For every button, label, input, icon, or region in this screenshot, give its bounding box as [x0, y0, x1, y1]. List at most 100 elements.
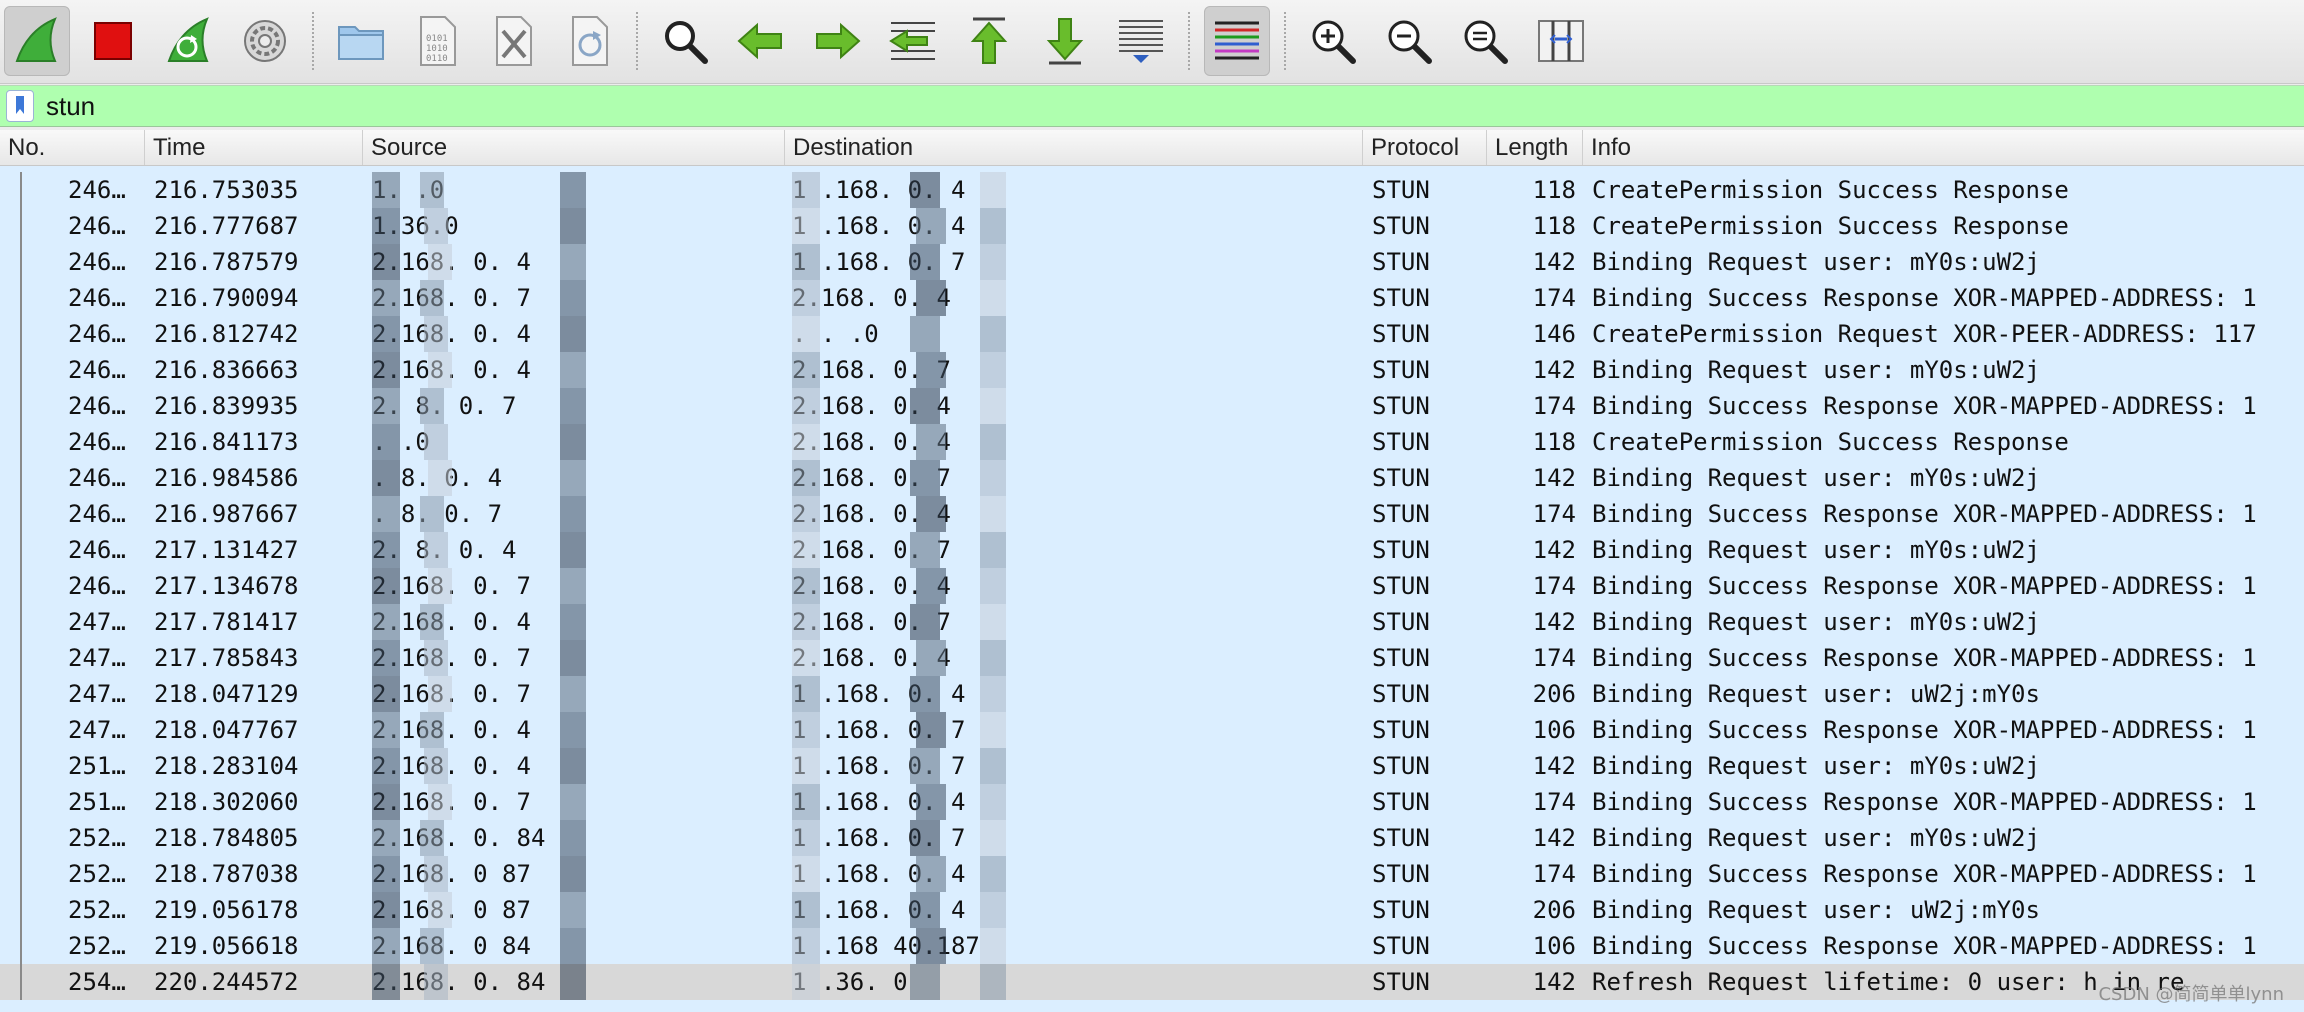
packet-row[interactable]: 252… 218.787038 2.168. 0 87 1 .168. 0. 4 ST… — [0, 856, 2304, 892]
go-to-packet-button[interactable] — [880, 6, 946, 76]
packet-number: 252… — [68, 896, 126, 924]
conversation-tree-line — [20, 280, 22, 316]
redaction-block — [910, 316, 940, 352]
packet-destination: 1 .168. 0. 4 — [792, 860, 966, 888]
packet-info: Binding Success Response XOR-MAPPED-ADDR… — [1592, 932, 2257, 960]
redaction-block — [980, 928, 1006, 964]
packet-row[interactable]: 252… 219.056618 2.168. 0 84 1 .168 40.187 S… — [0, 928, 2304, 964]
packet-row[interactable]: 246… 216.812742 2.168. 0. 4 . . .0 STUN 146… — [0, 316, 2304, 352]
packet-row[interactable]: 246… 216.841173 . .0 2.168. 0. 4 STUN 118 Cr… — [0, 424, 2304, 460]
redaction-block — [910, 532, 940, 568]
column-header-protocol[interactable]: Protocol — [1362, 130, 1486, 165]
redaction-block — [372, 424, 400, 460]
reload-file-icon — [572, 16, 608, 66]
packet-time: 218.283104 — [154, 752, 299, 780]
packet-info: Binding Request user: mY0s:uW2j — [1592, 536, 2040, 564]
packet-list[interactable]: 246… 216.753035 1. .0 1 .168. 0. 4 STUN 118 C… — [0, 166, 2304, 1012]
conversation-tree-line — [20, 748, 22, 784]
redaction-block — [792, 964, 820, 1000]
resize-columns-button[interactable] — [1528, 6, 1594, 76]
packet-row[interactable]: 251… 218.302060 2.168. 0. 71 .168. 0. 4 ST… — [0, 784, 2304, 820]
packet-protocol: STUN — [1372, 392, 1430, 420]
packet-row[interactable]: 251… 218.283104 2.168. 0. 41 .168. 0. 7 ST… — [0, 748, 2304, 784]
packet-row[interactable]: 246… 216.839935 2. 8. 0. 7 2.168. 0. 4 STU… — [0, 388, 2304, 424]
normal-size-button[interactable] — [1452, 6, 1518, 76]
redaction-block — [372, 460, 400, 496]
packet-length: 174 — [1532, 284, 1576, 312]
stop-capture-button[interactable] — [80, 6, 146, 76]
packet-row[interactable]: 246… 216.787579 2.168. 0. 41 .168. 0. 7 ST… — [0, 244, 2304, 280]
redaction-block — [910, 676, 940, 712]
column-header-time[interactable]: Time — [144, 130, 362, 165]
redaction-block — [560, 532, 586, 568]
packet-row[interactable]: 246…216.987667 . 8. 0. 7 2.168. 0. 4STUN… — [0, 496, 2304, 532]
reload-file-button[interactable] — [556, 6, 622, 76]
column-header-no[interactable]: No. — [0, 130, 144, 165]
colorize-button[interactable] — [1204, 6, 1270, 76]
redaction-block — [792, 244, 820, 280]
packet-row[interactable]: 247… 217.781417 2.168. 0. 4 2.168. 0. 7 ST… — [0, 604, 2304, 640]
find-packet-button[interactable] — [652, 6, 718, 76]
packet-row[interactable]: 246… 217.134678 2.168. 0. 7 2.168. 0. 4 ST… — [0, 568, 2304, 604]
redaction-block — [980, 604, 1006, 640]
redaction-block — [792, 208, 820, 244]
packet-destination: 1 .168. 0. 7 — [792, 716, 966, 744]
packet-row[interactable]: 247… 217.785843 2.168. 0. 7 2.168. 0. 4 ST… — [0, 640, 2304, 676]
redaction-block — [792, 748, 820, 784]
redaction-block — [792, 280, 820, 316]
redaction-block — [792, 784, 820, 820]
svg-text:1010: 1010 — [426, 44, 448, 54]
packet-destination: 1 .168. 0. 4 — [792, 788, 966, 816]
capture-options-button[interactable] — [232, 6, 298, 76]
zoom-out-icon — [1388, 20, 1432, 64]
go-back-button[interactable] — [728, 6, 794, 76]
packet-row[interactable]: 254… 220.244572 2.168. 0. 84 1 .36. 0 STUN 1… — [0, 964, 2304, 1000]
start-capture-button[interactable] — [4, 6, 70, 76]
go-forward-button[interactable] — [804, 6, 870, 76]
packet-destination: 1 .168 40.187 — [792, 932, 980, 960]
packet-row[interactable]: 246…216.984586 . 8. 0. 4 2.168. 0. 7STUN… — [0, 460, 2304, 496]
zoom-out-button[interactable] — [1376, 6, 1442, 76]
column-header-info[interactable]: Info — [1582, 130, 2304, 165]
packet-row[interactable]: 246… 216.836663 2.168. 0. 4 2.168. 0. 7 ST… — [0, 352, 2304, 388]
packet-row[interactable]: 246… 216.790094 2.168. 0. 7 2.168. 0. 4 ST… — [0, 280, 2304, 316]
save-file-button[interactable]: 0101 1010 0110 — [404, 6, 470, 76]
packet-length: 174 — [1532, 788, 1576, 816]
packet-row[interactable]: 252… 218.784805 2.168. 0. 84 1 .168. 0. 7S… — [0, 820, 2304, 856]
packet-row[interactable]: 252… 219.056178 2.168. 0 87 1 .168. 0. 4 ST… — [0, 892, 2304, 928]
column-header-destination[interactable]: Destination — [784, 130, 1362, 165]
first-packet-button[interactable] — [956, 6, 1022, 76]
redaction-block — [980, 316, 1006, 352]
redaction-block — [792, 568, 820, 604]
redaction-block — [792, 640, 820, 676]
open-file-button[interactable] — [328, 6, 394, 76]
bookmark-icon[interactable] — [6, 90, 34, 122]
autoscroll-button[interactable] — [1108, 6, 1174, 76]
packet-row[interactable]: 247… 218.047129 2.168. 0. 71 .168. 0. 4 ST… — [0, 676, 2304, 712]
packet-number: 251… — [68, 752, 126, 780]
packet-destination: 1 .168. 0. 4 — [792, 680, 966, 708]
packet-destination: 1 .168. 0. 4 — [792, 212, 966, 240]
packet-destination: 2.168. 0. 7 — [792, 608, 951, 636]
conversation-tree-line — [20, 388, 22, 424]
last-packet-button[interactable] — [1032, 6, 1098, 76]
close-file-button[interactable] — [480, 6, 546, 76]
redaction-block — [420, 172, 444, 208]
redaction-block — [916, 640, 946, 676]
packet-time: 216.753035 — [154, 176, 299, 204]
packet-list-header: No. Time Source Destination Protocol Len… — [0, 130, 2304, 166]
redaction-block — [980, 892, 1006, 928]
column-header-source[interactable]: Source — [362, 130, 784, 165]
packet-row[interactable]: 247… 218.047767 2.168. 0. 41 .168. 0. 7 ST… — [0, 712, 2304, 748]
zoom-in-button[interactable] — [1300, 6, 1366, 76]
column-header-length[interactable]: Length — [1486, 130, 1582, 165]
packet-length: 174 — [1532, 860, 1576, 888]
redaction-block — [916, 712, 946, 748]
packet-row[interactable]: 246… 216.777687 1.36.0 1 .168. 0. 4 STUN 118… — [0, 208, 2304, 244]
restart-capture-button[interactable] — [156, 6, 222, 76]
redaction-block — [560, 568, 586, 604]
packet-row[interactable]: 246…217.131427 2. 8. 0. 4 2.168. 0. 7STU… — [0, 532, 2304, 568]
redaction-block — [916, 424, 946, 460]
display-filter-input[interactable] — [46, 86, 2296, 126]
packet-row[interactable]: 246… 216.753035 1. .0 1 .168. 0. 4 STUN 118 C… — [0, 172, 2304, 208]
